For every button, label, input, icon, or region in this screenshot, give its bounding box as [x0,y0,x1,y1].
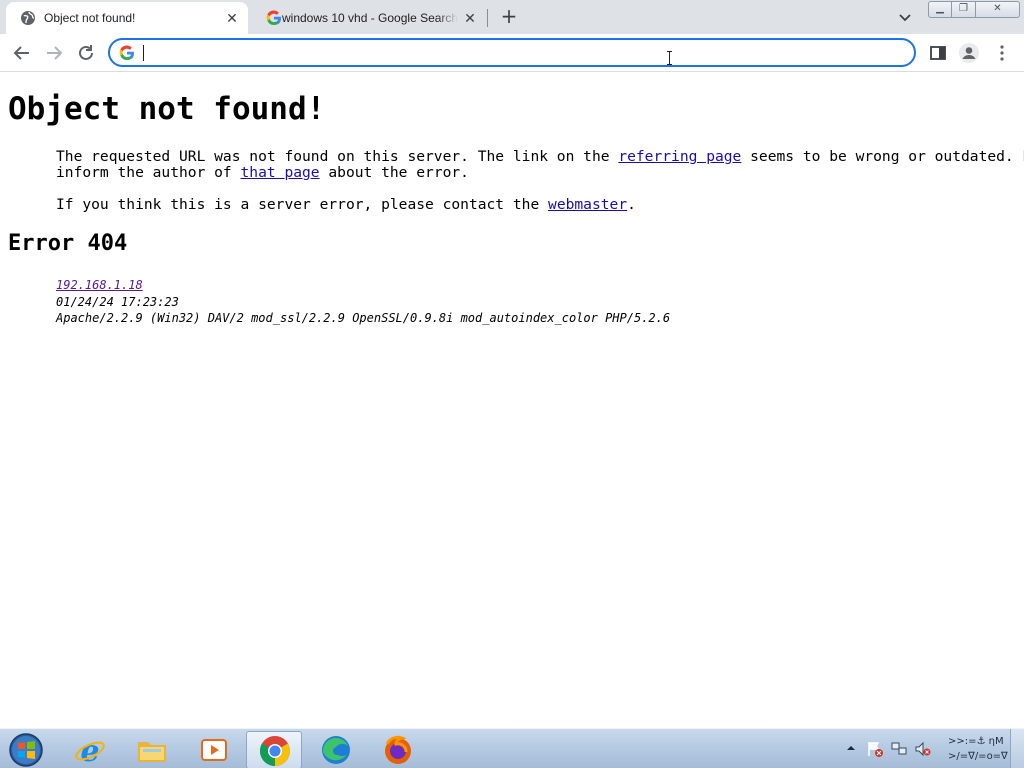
restore-button[interactable]: ❐ [951,1,976,18]
new-tab-button[interactable]: + [498,6,520,28]
globe-icon [21,11,35,25]
ibeam-cursor-icon [667,51,672,65]
edge-icon [322,736,350,764]
tab-search-chevron-icon[interactable] [896,8,914,26]
tab-object-not-found[interactable]: Object not found! ✕ [6,2,248,34]
server-error-note: If you think this is a server error, ple… [56,196,636,213]
folder-icon [138,742,166,762]
taskbar-firefox[interactable] [370,731,426,768]
tab-separator [487,9,488,27]
google-icon [266,10,281,26]
referring-page-link[interactable]: referring page [618,148,741,165]
tab-title: windows 10 vhd - Google Search [282,11,458,25]
host-link[interactable]: 192.168.1.18 [56,278,143,292]
svg-text:e: e [80,734,99,766]
address-input[interactable] [142,43,902,62]
show-desktop-button[interactable] [1010,729,1024,768]
taskbar-internet-explorer[interactable]: e [62,731,118,768]
chrome-icon [259,736,291,766]
that-page-link[interactable]: that page [241,164,320,181]
browser-toolbar [0,34,1024,72]
server-signature: 192.168.1.18 01/24/24 17:23:23 Apache/2.… [56,277,670,327]
kebab-menu-icon[interactable] [991,42,1013,64]
tab-google-search[interactable]: windows 10 vhd - Google Search ✕ [252,2,486,34]
profile-avatar-icon[interactable] [958,42,980,64]
internet-explorer-icon: e [75,734,105,766]
text-caret [143,45,144,61]
tab-strip: Object not found! ✕ windows 10 vhd - Goo… [0,0,1024,34]
show-hidden-icons-icon[interactable] [846,743,856,753]
taskbar-media-player[interactable] [186,731,242,768]
web-page: Object not found! The requested URL was … [0,73,1024,728]
minimize-button[interactable]: ▁ [928,1,952,18]
system-clock[interactable]: >>:=⚓ ηΜ >/=∇/=o=∇ [948,734,1008,764]
address-bar[interactable] [108,38,916,67]
taskbar-edge[interactable] [308,731,364,768]
firefox-icon [385,735,411,764]
media-player-icon [201,739,227,761]
taskbar-chrome[interactable] [246,731,302,768]
error-code-heading: Error 404 [8,231,128,256]
windows-taskbar: e >>:=⚓ ηΜ >/=∇/=o=∇ [0,728,1024,768]
close-tab-icon[interactable]: ✕ [462,10,478,26]
taskbar-file-explorer[interactable] [124,731,180,768]
back-arrow-icon[interactable] [11,42,33,64]
tab-title: Object not found! [44,11,136,25]
error-description: The requested URL was not found on this … [56,148,1024,181]
forward-arrow-icon[interactable] [43,42,65,64]
volume-muted-icon[interactable] [914,740,932,758]
server-info: Apache/2.2.9 (Win32) DAV/2 mod_ssl/2.2.9… [56,311,671,325]
start-orb-icon[interactable] [6,731,46,768]
webmaster-link[interactable]: webmaster [548,196,627,213]
action-center-flag-icon[interactable] [866,740,884,758]
network-icon[interactable] [890,740,908,758]
close-tab-icon[interactable]: ✕ [224,10,240,26]
google-icon [119,45,134,61]
close-window-button[interactable]: ✕ [975,1,1020,18]
timestamp: 01/24/24 17:23:23 [56,294,179,309]
reload-icon[interactable] [75,42,97,64]
side-panel-icon[interactable] [927,42,949,64]
page-title: Object not found! [8,91,326,127]
